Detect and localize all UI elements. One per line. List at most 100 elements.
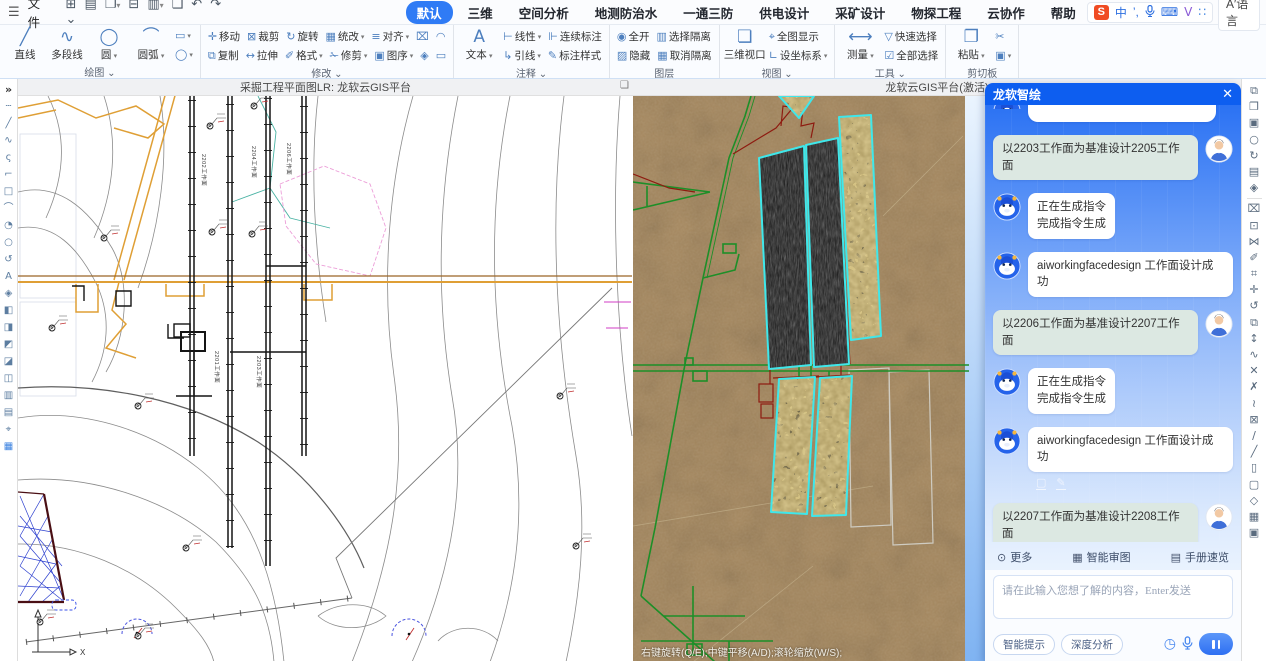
dropdown-caret-icon[interactable]: ▾ bbox=[406, 33, 410, 41]
redo-icon[interactable]: ↷ bbox=[206, 0, 225, 12]
smart-hint-button[interactable]: 智能提示 bbox=[993, 634, 1055, 655]
join-icon[interactable]: ≀ bbox=[1252, 396, 1256, 412]
region-select-icon[interactable]: ▣ bbox=[1249, 115, 1259, 131]
rotate-ref-icon[interactable]: ↻ bbox=[1249, 148, 1258, 164]
sheet-set-icon[interactable]: ▤ bbox=[1249, 164, 1259, 180]
rotate-button[interactable]: ↻旋转 bbox=[286, 29, 318, 44]
line-icon[interactable]: ╱ bbox=[5, 115, 11, 132]
copy-drawing-icon[interactable]: ⧉ bbox=[1250, 83, 1258, 99]
hatch-icon[interactable]: ◈ bbox=[5, 285, 13, 302]
dropdown-caret-icon[interactable]: ▾ bbox=[187, 32, 191, 40]
align-middle-icon[interactable]: ◫ bbox=[4, 370, 13, 387]
message-bubble[interactable]: aiworkingfacedesign 工作面设计成功 bbox=[1028, 427, 1233, 472]
text-icon[interactable]: A bbox=[5, 268, 12, 285]
send-button[interactable] bbox=[1199, 633, 1233, 655]
offset-icon[interactable]: ⊡ bbox=[1249, 218, 1258, 234]
tab-地测防治水[interactable]: 地测防治水 bbox=[584, 1, 669, 24]
dropdown-caret-icon[interactable]: ▾ bbox=[111, 52, 117, 60]
voice-input-icon[interactable] bbox=[1182, 636, 1193, 652]
circle-ref-icon[interactable]: ○ bbox=[1249, 132, 1259, 148]
revcloud-icon[interactable]: ↺ bbox=[4, 251, 12, 268]
tab-云协作[interactable]: 云协作 bbox=[976, 1, 1036, 24]
delete-icon[interactable]: ⌧ bbox=[416, 30, 429, 43]
move-icon[interactable]: ✛ bbox=[1249, 282, 1258, 298]
stretch-button[interactable]: ↔拉伸 bbox=[246, 48, 278, 63]
toolbox-grid-icon[interactable]: ∷ bbox=[1198, 5, 1206, 19]
clip-button[interactable]: ⊠裁剪 bbox=[247, 29, 279, 44]
dropdown-caret-icon[interactable]: ▾ bbox=[160, 1, 164, 10]
tab-空间分析[interactable]: 空间分析 bbox=[508, 1, 580, 24]
view-3d-icon[interactable]: ◈ bbox=[1250, 180, 1258, 196]
rectangle-icon[interactable]: □ bbox=[4, 183, 13, 200]
message-bubble[interactable]: 正在生成指令完成指令生成 bbox=[1028, 368, 1115, 413]
ellipse-icon[interactable]: ○ bbox=[4, 234, 13, 251]
maximize-icon[interactable]: ❏ bbox=[620, 80, 629, 91]
dim-style-button[interactable]: ✎标注样式 bbox=[548, 48, 601, 63]
cut-icon[interactable]: ✂ bbox=[995, 30, 1004, 43]
line-button[interactable]: ╱直线 bbox=[7, 27, 43, 62]
dropdown-caret-icon[interactable]: ▾ bbox=[537, 52, 541, 60]
cad-window-titlebar[interactable]: 采掘工程平面图LR: 龙软云GIS平台 ❏ bbox=[18, 79, 633, 96]
format-brush-icon[interactable]: ✐ bbox=[1249, 250, 1258, 266]
dropdown-caret-icon[interactable]: ▾ bbox=[116, 1, 120, 10]
attribute-edit-icon[interactable]: ▣ bbox=[1249, 525, 1259, 541]
microphone-icon[interactable] bbox=[1145, 5, 1155, 20]
grid-hatch-icon[interactable]: ▦ bbox=[1249, 509, 1259, 525]
hide-button[interactable]: ▨隐藏 bbox=[617, 48, 650, 63]
message-bubble[interactable]: aiworkingfacedesign 工作面设计成功 bbox=[1028, 252, 1233, 297]
soft-keyboard-icon[interactable]: ⌨ bbox=[1161, 5, 1178, 19]
dropdown-caret-icon[interactable]: ▾ bbox=[538, 33, 542, 41]
sogou-logo-icon[interactable]: S bbox=[1094, 5, 1109, 20]
save-icon[interactable]: ⊟ bbox=[124, 0, 143, 12]
stretch-icon[interactable]: ↕ bbox=[1249, 331, 1258, 347]
close-icon[interactable]: ✕ bbox=[1222, 87, 1233, 102]
print-icon[interactable]: ❑ bbox=[168, 0, 188, 12]
dropdown-caret-icon[interactable]: ▾ bbox=[1008, 52, 1012, 60]
fillet-icon[interactable]: ◠ bbox=[436, 30, 446, 43]
paste-button[interactable]: ❐粘贴 ▾ bbox=[953, 27, 989, 62]
circle-radius-icon[interactable]: ◔ bbox=[4, 217, 13, 234]
box-3d-icon[interactable]: ◈ bbox=[420, 49, 428, 62]
message-bubble[interactable]: 以2206工作面为基准设计2207工作面 bbox=[993, 310, 1198, 355]
mirror-icon[interactable]: ⋈ bbox=[1249, 234, 1260, 250]
rect-a-icon[interactable]: ▯ bbox=[1251, 460, 1257, 476]
message-bubble[interactable] bbox=[1028, 105, 1216, 122]
spline-edit-icon[interactable]: ∿ bbox=[1249, 347, 1258, 363]
zoom-extents-button[interactable]: ⌖全图显示 bbox=[769, 29, 819, 44]
language-button[interactable]: A′语言 bbox=[1218, 0, 1260, 31]
quick-select-button[interactable]: ▽快速选择 bbox=[884, 29, 936, 44]
message-bubble[interactable]: 以2203工作面为基准设计2205工作面 bbox=[993, 135, 1198, 180]
polyline-icon[interactable]: ∿ bbox=[4, 132, 12, 149]
continue-dim-button[interactable]: ⊩连续标注 bbox=[548, 29, 602, 44]
dropdown-caret-icon[interactable]: ▾ bbox=[410, 52, 414, 60]
table-icon[interactable]: ▦ bbox=[4, 438, 13, 455]
chat-input[interactable] bbox=[993, 575, 1233, 619]
dropdown-caret-icon[interactable]: ▾ bbox=[319, 52, 323, 60]
trim-icon[interactable]: ∕ bbox=[1252, 428, 1256, 444]
sheet-icon[interactable]: ▤ bbox=[80, 0, 100, 12]
circle-button[interactable]: ◯圆 ▾ bbox=[91, 27, 127, 62]
batch-edit-button[interactable]: ▦统改▾ bbox=[325, 29, 364, 44]
align-top-icon[interactable]: ◩ bbox=[4, 336, 13, 353]
distribute-h-icon[interactable]: ▥ bbox=[4, 387, 13, 404]
tab-采矿设计[interactable]: 采矿设计 bbox=[824, 1, 896, 24]
select-all-button[interactable]: ☑全部选择 bbox=[884, 48, 938, 63]
open-folder-icon[interactable]: ❐▾ bbox=[101, 0, 125, 12]
spline-icon[interactable]: ς bbox=[6, 149, 12, 166]
move-button[interactable]: ✛移动 bbox=[208, 29, 240, 44]
undo-icon[interactable]: ↶ bbox=[187, 0, 206, 12]
align-button[interactable]: ≡对齐▾ bbox=[371, 29, 409, 44]
dropdown-caret-icon[interactable]: ▾ bbox=[361, 33, 365, 41]
more-link[interactable]: ⊙更多 bbox=[997, 549, 1032, 565]
viewport-3d-button[interactable]: ❏三维视口 bbox=[727, 27, 763, 62]
linear-dim-button[interactable]: ⊢线性▾ bbox=[503, 29, 541, 44]
rectangle-icon[interactable]: ▭▾ bbox=[175, 29, 191, 42]
break-point-icon[interactable]: ✗ bbox=[1249, 379, 1258, 395]
dropdown-caret-icon[interactable]: ▾ bbox=[487, 52, 493, 60]
tab-三维[interactable]: 三维 bbox=[457, 1, 504, 24]
arc-icon[interactable]: ⌒ bbox=[4, 200, 14, 217]
cancel-isolate-button[interactable]: ▦取消隔离 bbox=[657, 48, 711, 63]
extend-icon[interactable]: ╱ bbox=[1251, 444, 1258, 460]
break-icon[interactable]: ✕ bbox=[1249, 363, 1258, 379]
history-clock-icon[interactable]: ◷ bbox=[1164, 637, 1176, 651]
